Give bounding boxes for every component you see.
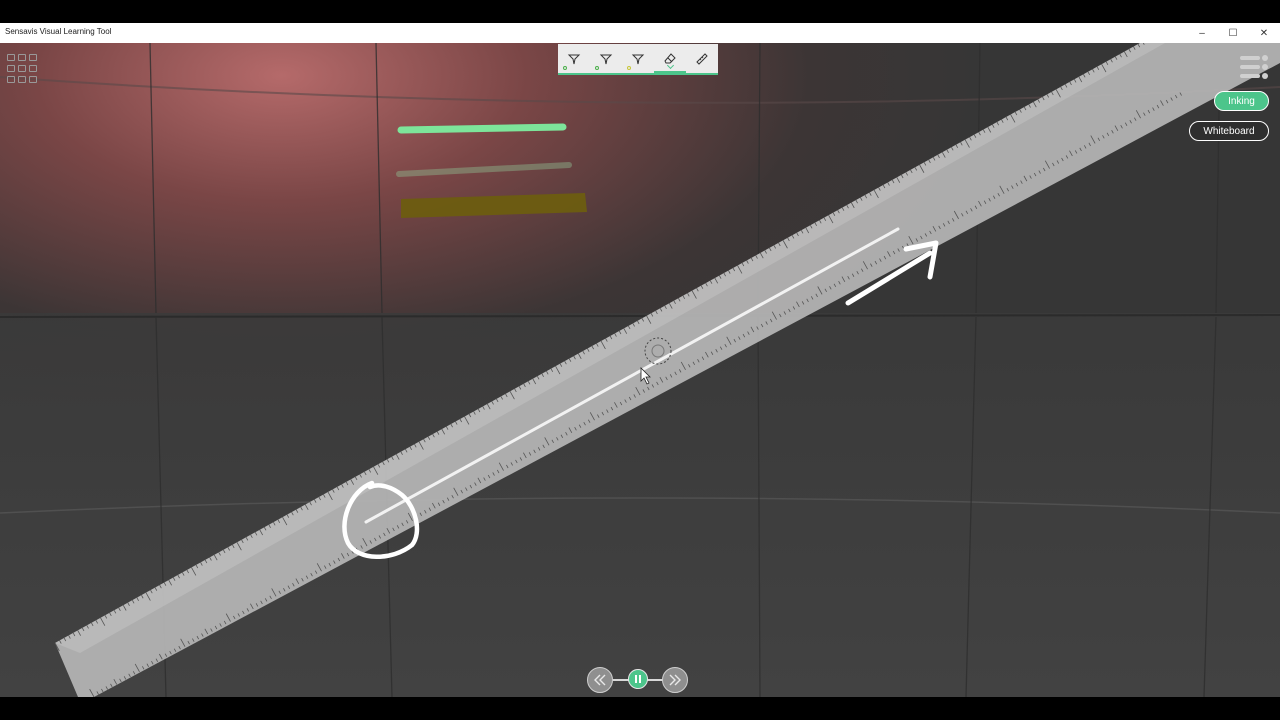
- close-button[interactable]: ✕: [1249, 23, 1279, 43]
- pause-icon: [635, 675, 641, 683]
- scene-canvas[interactable]: [0, 43, 1280, 697]
- menu-icon[interactable]: [1238, 54, 1270, 84]
- double-chevron-right-icon: [669, 674, 681, 686]
- pen-icon: [599, 54, 613, 64]
- apps-grid-icon[interactable]: [7, 54, 39, 84]
- double-chevron-left-icon: [594, 674, 606, 686]
- eraser-icon: [664, 52, 676, 63]
- whiteboard-mode-button[interactable]: Whiteboard: [1189, 121, 1269, 141]
- scene-drawing: [0, 43, 1280, 697]
- app-window: Sensavis Visual Learning Tool – ☐ ✕: [0, 23, 1280, 697]
- maximize-button[interactable]: ☐: [1218, 23, 1248, 43]
- pen-tool-3[interactable]: [622, 44, 654, 73]
- window-title: Sensavis Visual Learning Tool: [5, 27, 112, 36]
- minimize-button[interactable]: –: [1187, 23, 1217, 43]
- title-bar: Sensavis Visual Learning Tool – ☐ ✕: [0, 23, 1280, 43]
- eraser-tool[interactable]: [654, 44, 686, 73]
- forward-button[interactable]: [662, 667, 688, 693]
- pause-button[interactable]: [628, 669, 648, 689]
- ruler-icon: [696, 52, 708, 65]
- playback-controls: [587, 666, 689, 694]
- ruler-tool[interactable]: [686, 44, 718, 73]
- ink-toolbar: [558, 44, 718, 75]
- pen-icon: [567, 54, 581, 64]
- inking-mode-button[interactable]: Inking: [1214, 91, 1269, 111]
- pen-tool-1[interactable]: [558, 44, 590, 73]
- green-ink-stroke: [397, 123, 567, 134]
- pen-icon: [631, 54, 645, 64]
- pen-tool-2[interactable]: [590, 44, 622, 73]
- rewind-button[interactable]: [587, 667, 613, 693]
